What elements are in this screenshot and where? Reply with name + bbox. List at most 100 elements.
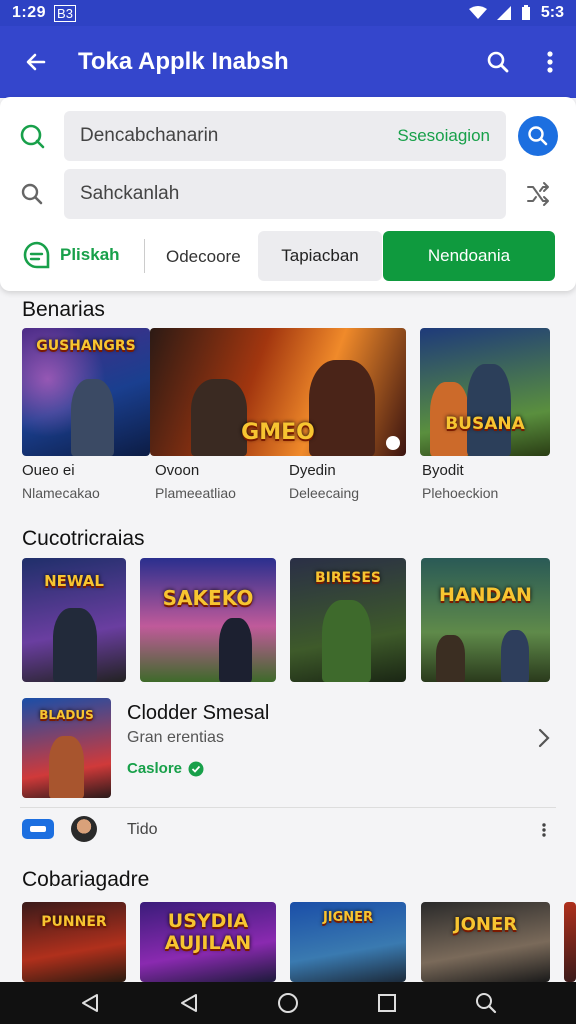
game-card-4[interactable]: JONER [421, 902, 550, 982]
character-figure [70, 379, 115, 456]
game-tile-3-art: BIRESES [315, 570, 381, 586]
secondary-search-field[interactable]: Sahckanlah [64, 169, 506, 219]
game-card-1-art: PUNNER [41, 914, 107, 930]
game-tile-2-art: SAKEKO [162, 586, 254, 610]
nav-home-button[interactable] [268, 983, 308, 1023]
chip-tapiacban[interactable]: Tapiacban [258, 231, 382, 281]
feature-thumb-art: BLADUS [39, 708, 94, 722]
search-suggestion-link[interactable]: Ssesoiagion [397, 126, 490, 146]
nav-back-button-2[interactable] [169, 983, 209, 1023]
divider [20, 807, 556, 808]
submit-search-button[interactable] [518, 116, 558, 156]
section-title-benarias: Benarias [22, 298, 105, 321]
game-sub-1: Nlamecakao [22, 485, 100, 501]
game-tile-1-art: NEWAL [44, 572, 104, 590]
game-card-4-art: JONER [453, 914, 518, 935]
game-card-2-art: USYDIA AUJILAN [164, 910, 252, 954]
game-thumb-4-art: BUSANA [445, 414, 525, 434]
search-icon [476, 993, 497, 1014]
search-icon [528, 126, 548, 146]
game-name-2: Ovoon [155, 462, 200, 479]
row-more-button[interactable] [536, 818, 552, 842]
chip-pliskah[interactable]: Pliskah [22, 240, 120, 270]
character-figure [48, 736, 85, 798]
avatar[interactable] [71, 816, 97, 842]
game-tile-4[interactable]: HANDAN [421, 558, 550, 682]
chip-odecoore[interactable]: Odecoore [166, 247, 241, 267]
game-tile-4-art: HANDAN [439, 584, 532, 606]
nav-back-icon [180, 994, 197, 1012]
feature-thumb[interactable]: BLADUS [22, 698, 111, 798]
game-thumb-1[interactable]: GUSHANGRS [22, 328, 150, 456]
feature-status: Caslore [127, 760, 204, 777]
more-vert-icon [547, 51, 553, 73]
character-figure [53, 607, 97, 682]
section-title-cucotricraias: Cucotricraias [22, 527, 145, 550]
back-button[interactable] [0, 26, 72, 98]
system-nav-bar [0, 982, 576, 1024]
game-tile-3[interactable]: BIRESES [290, 558, 406, 682]
game-card-3-art: JIGNER [322, 910, 374, 925]
character-figure [466, 363, 511, 456]
shuffle-icon [527, 182, 549, 206]
shuffle-button[interactable] [520, 176, 556, 212]
more-options-button[interactable] [524, 26, 576, 98]
chip-pliskah-label: Pliskah [60, 245, 120, 264]
game-card-1[interactable]: PUNNER [22, 902, 126, 982]
game-name-4: Byodit [422, 462, 464, 479]
feature-open-button[interactable] [530, 724, 558, 752]
feature-subtitle: Gran erentias [127, 729, 224, 746]
magnifier-icon [21, 183, 43, 205]
meta-text: Tido [127, 821, 158, 838]
game-card-2[interactable]: USYDIA AUJILAN [140, 902, 276, 982]
primary-search-value: Dencabchanarin [80, 125, 219, 146]
character-figure [500, 629, 530, 682]
section-title-cobariagadre: Cobariagadre [22, 868, 150, 891]
nav-back-icon [81, 994, 98, 1012]
game-tile-1[interactable]: NEWAL [22, 558, 126, 682]
status-battery-text: 5:3 [540, 4, 564, 21]
search-card: Dencabchanarin Ssesoiagion Sahckanlah Pl… [0, 97, 576, 291]
chip-nendoania[interactable]: Nendoania [383, 231, 555, 281]
game-thumb-2-art: GMEO [241, 420, 315, 445]
game-name-1: Oueo ei [22, 462, 75, 479]
game-thumb-2[interactable]: GMEO [150, 328, 406, 456]
wifi-icon [468, 6, 487, 19]
status-time: 1:29 [12, 4, 47, 21]
game-thumb-1-art: GUSHANGRS [36, 338, 136, 354]
search-icon [487, 51, 509, 73]
verified-icon [188, 761, 204, 776]
signal-icon [496, 6, 511, 20]
character-figure [322, 600, 372, 682]
secondary-search-value: Sahckanlah [80, 183, 180, 204]
game-sub-3: Deleecaing [289, 485, 360, 501]
game-thumb-4[interactable]: BUSANA [420, 328, 550, 456]
search-button[interactable] [472, 26, 524, 98]
nav-search-button[interactable] [466, 983, 506, 1023]
battery-icon [521, 5, 530, 20]
badge-icon [386, 436, 400, 450]
nav-recents-icon [378, 994, 397, 1012]
game-card-5-partial[interactable] [564, 902, 576, 982]
feature-status-label: Caslore [127, 760, 183, 777]
status-bar: 1:29 B3 5:3 [0, 0, 576, 26]
card-badge [22, 819, 54, 839]
game-tile-2[interactable]: SAKEKO [140, 558, 276, 682]
game-name-3: Dyedin [289, 462, 336, 479]
game-card-3[interactable]: JIGNER [290, 902, 406, 982]
feature-title[interactable]: Clodder Smesal [127, 702, 269, 725]
app-title: Toka Applk Inabsh [78, 48, 289, 75]
chevron-right-icon [538, 728, 550, 748]
message-icon [23, 241, 50, 269]
status-badge: B3 [54, 4, 76, 22]
nav-recents-button[interactable] [367, 983, 407, 1023]
more-vert-icon [542, 823, 546, 837]
character-figure [436, 634, 465, 682]
game-sub-4: Plehoeckion [422, 485, 499, 501]
card-icon [30, 826, 46, 832]
nav-back-button[interactable] [70, 983, 110, 1023]
primary-search-field[interactable]: Dencabchanarin Ssesoiagion [64, 111, 506, 161]
back-arrow-icon [26, 53, 46, 71]
app-bar: Toka Applk Inabsh [0, 26, 576, 98]
nav-home-icon [277, 993, 298, 1013]
